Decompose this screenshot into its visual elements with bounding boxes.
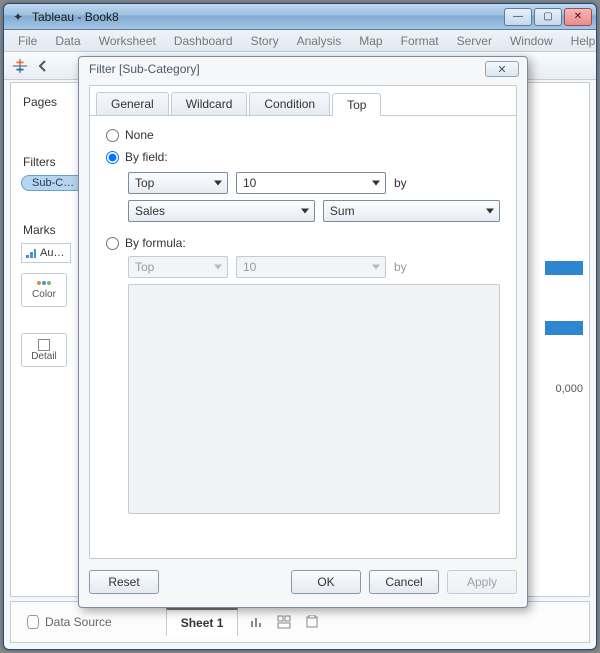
menu-dashboard[interactable]: Dashboard (166, 32, 241, 50)
option-none-label: None (125, 128, 154, 142)
apply-button[interactable]: Apply (447, 570, 517, 594)
menubar: File Data Worksheet Dashboard Story Anal… (4, 30, 596, 52)
menu-server[interactable]: Server (449, 32, 500, 50)
formula-editor (128, 284, 500, 514)
window-controls: — ▢ ✕ (504, 8, 596, 26)
radio-none[interactable] (106, 129, 119, 142)
dialog-header: Filter [Sub-Category] ✕ (79, 57, 527, 81)
new-worksheet-icon[interactable] (246, 613, 266, 631)
chart-bar (545, 321, 583, 335)
option-none[interactable]: None (106, 128, 500, 142)
by-field-agg-select[interactable]: Sum (323, 200, 500, 222)
tab-top-content: None By field: Top 10 by Sales Sum (90, 116, 516, 524)
filter-dialog: Filter [Sub-Category] ✕ General Wildcard… (78, 56, 528, 608)
dialog-close-button[interactable]: ✕ (485, 61, 519, 77)
axis-tick: 0,000 (555, 383, 583, 395)
titlebar: ✦ Tableau - Book8 — ▢ ✕ (4, 4, 596, 30)
sheet-tab-1[interactable]: Sheet 1 (166, 608, 239, 636)
by-label-1: by (394, 176, 407, 190)
data-source-tab[interactable]: Data Source (19, 611, 120, 633)
filter-pill-subcategory[interactable]: Sub-C… (21, 175, 85, 191)
marks-pane-label: Marks (23, 223, 56, 237)
dialog-body: General Wildcard Condition Top None By f… (89, 85, 517, 559)
tableau-logo-icon (10, 56, 30, 76)
menu-worksheet[interactable]: Worksheet (91, 32, 164, 50)
shelf-detail[interactable]: Detail (21, 333, 67, 367)
maximize-button[interactable]: ▢ (534, 8, 562, 26)
dialog-title: Filter [Sub-Category] (89, 62, 200, 76)
ok-button[interactable]: OK (291, 570, 361, 594)
tab-wildcard[interactable]: Wildcard (171, 92, 248, 115)
filters-pane-label: Filters (23, 155, 56, 169)
new-dashboard-icon[interactable] (274, 613, 294, 631)
by-field-direction-select[interactable]: Top (128, 172, 228, 194)
menu-data[interactable]: Data (47, 32, 88, 50)
detail-icon (38, 339, 50, 351)
menu-analysis[interactable]: Analysis (289, 32, 350, 50)
marks-type-select[interactable]: Au… (21, 243, 71, 263)
close-button[interactable]: ✕ (564, 8, 592, 26)
shelf-color-label: Color (32, 289, 56, 300)
by-field-row-2: Sales Sum (128, 200, 500, 222)
option-by-field[interactable]: By field: (106, 150, 500, 164)
tab-top[interactable]: Top (332, 93, 381, 116)
by-field-count-input[interactable]: 10 (236, 172, 386, 194)
color-icon (37, 281, 51, 289)
option-by-field-label: By field: (125, 150, 168, 164)
menu-story[interactable]: Story (243, 32, 287, 50)
by-formula-direction-select: Top (128, 256, 228, 278)
pages-pane-label: Pages (23, 95, 57, 109)
menu-window[interactable]: Window (502, 32, 561, 50)
by-field-row-1: Top 10 by (128, 172, 500, 194)
chart-bar (545, 261, 583, 275)
by-label-2: by (394, 260, 407, 274)
datasource-icon (27, 615, 39, 629)
back-icon[interactable] (36, 59, 50, 73)
by-formula-count-input: 10 (236, 256, 386, 278)
dialog-tabstrip: General Wildcard Condition Top (90, 86, 516, 116)
cancel-button[interactable]: Cancel (369, 570, 439, 594)
by-field-measure-select[interactable]: Sales (128, 200, 315, 222)
tab-general[interactable]: General (96, 92, 169, 115)
shelf-color[interactable]: Color (21, 273, 67, 307)
by-formula-row: Top 10 by (128, 256, 500, 278)
tab-condition[interactable]: Condition (249, 92, 330, 115)
menu-map[interactable]: Map (351, 32, 390, 50)
menu-help[interactable]: Help (563, 32, 597, 50)
menu-file[interactable]: File (10, 32, 45, 50)
new-story-icon[interactable] (302, 613, 322, 631)
shelf-detail-label: Detail (31, 351, 57, 362)
menu-format[interactable]: Format (393, 32, 447, 50)
app-window: ✦ Tableau - Book8 — ▢ ✕ File Data Worksh… (3, 3, 597, 650)
tableau-icon: ✦ (10, 9, 26, 25)
minimize-button[interactable]: — (504, 8, 532, 26)
option-by-formula[interactable]: By formula: (106, 236, 500, 250)
window-title: Tableau - Book8 (32, 10, 119, 24)
radio-by-formula[interactable] (106, 237, 119, 250)
marks-type-label: Au… (40, 247, 64, 259)
option-by-formula-label: By formula: (125, 236, 186, 250)
reset-button[interactable]: Reset (89, 570, 159, 594)
dialog-footer: Reset OK Cancel Apply (89, 567, 517, 597)
data-source-label: Data Source (45, 615, 112, 629)
radio-by-field[interactable] (106, 151, 119, 164)
